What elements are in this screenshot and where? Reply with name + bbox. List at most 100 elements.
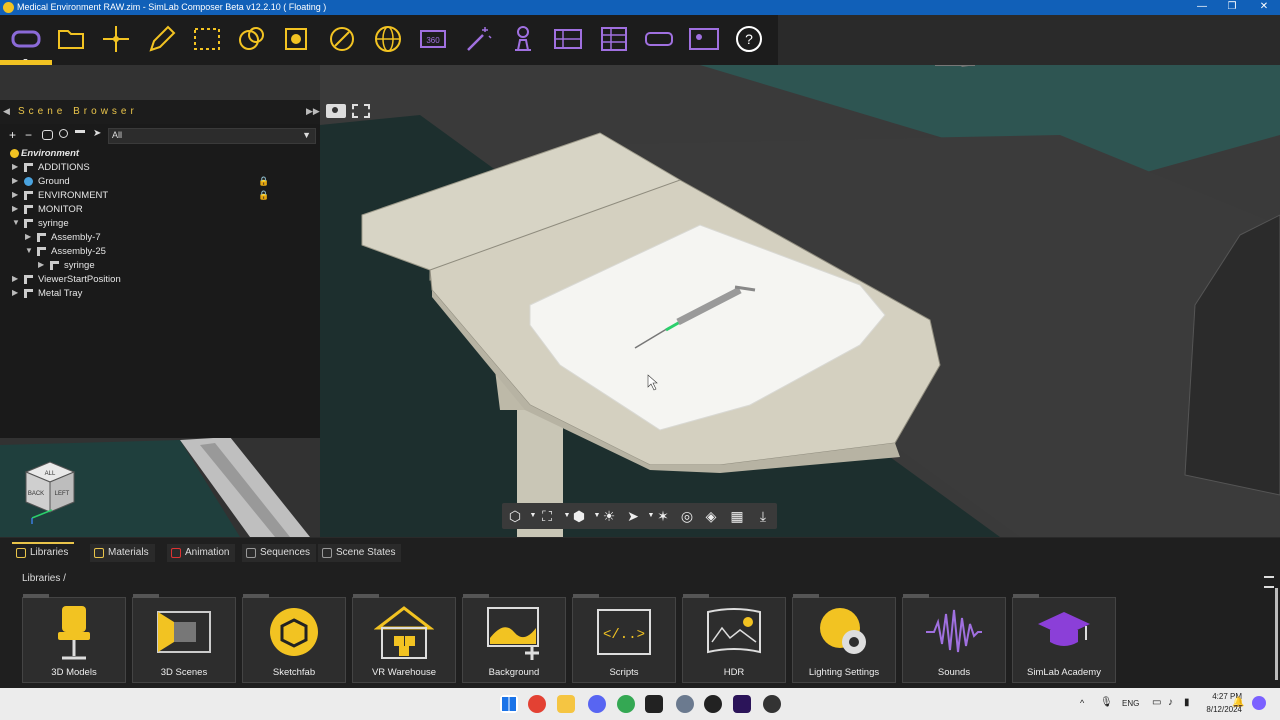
expand-arrow-icon[interactable]: ▶: [12, 204, 18, 213]
download-icon[interactable]: ⤓: [754, 507, 772, 525]
expand-arrow-icon[interactable]: ▶: [12, 176, 18, 185]
volume-icon[interactable]: ♪: [1168, 697, 1173, 708]
close-button[interactable]: ✕: [1254, 1, 1274, 14]
copilot-icon[interactable]: [1252, 696, 1266, 710]
minimize-button[interactable]: —: [1192, 1, 1212, 14]
tree-item[interactable]: ▶ ENVIRONMENT 🔒: [0, 189, 320, 203]
tree-item[interactable]: ▼ Assembly-25: [0, 245, 320, 259]
expand-arrow-icon[interactable]: ▶: [12, 274, 18, 283]
globe-icon[interactable]: [371, 22, 405, 56]
open-folder-icon[interactable]: [54, 22, 88, 56]
tree-item[interactable]: ▶ Ground 🔒: [0, 175, 320, 189]
tree-item[interactable]: ▶ MONITOR: [0, 203, 320, 217]
materials-icon[interactable]: [235, 22, 269, 56]
tree-item[interactable]: Environment: [0, 147, 320, 161]
start-icon[interactable]: [500, 695, 518, 713]
file-explorer-icon[interactable]: [557, 695, 575, 713]
view-cube-icon[interactable]: ⬡: [506, 507, 524, 525]
tree-item[interactable]: ▶ ADDITIONS: [0, 161, 320, 175]
tree-item[interactable]: ▶ Assembly-7: [0, 231, 320, 245]
maximize-button[interactable]: ❐: [1222, 1, 1242, 14]
notification-icon[interactable]: 🔔: [1232, 697, 1244, 708]
language-indicator[interactable]: ENG: [1122, 699, 1139, 708]
camera-icon[interactable]: [326, 104, 346, 118]
walk-icon[interactable]: ✶: [654, 507, 672, 525]
frame-icon[interactable]: ⛶: [538, 507, 556, 525]
microphone-icon[interactable]: 🎙: [1100, 697, 1113, 708]
fit-view-icon[interactable]: [352, 104, 370, 118]
library-label: VR Warehouse: [371, 667, 437, 678]
library-tile-scripts[interactable]: </..> Scripts: [572, 594, 676, 683]
scrollbar[interactable]: [1275, 588, 1278, 680]
view-list-icon[interactable]: [1264, 576, 1274, 588]
expand-arrow-icon[interactable]: ▶: [12, 288, 18, 297]
tag-icon[interactable]: [42, 130, 53, 140]
library-tile-sketchfab[interactable]: Sketchfab: [242, 594, 346, 683]
light-icon[interactable]: ☀: [600, 507, 618, 525]
library-tile-background[interactable]: Background: [462, 594, 566, 683]
library-tile-sounds[interactable]: Sounds: [902, 594, 1006, 683]
obs-icon[interactable]: [763, 695, 781, 713]
remove-icon[interactable]: −: [25, 128, 32, 142]
assembly-icon: [24, 163, 33, 172]
select-pointer-icon[interactable]: ➤: [624, 507, 642, 525]
filter-select[interactable]: All ▼: [108, 128, 316, 144]
hierarchy-icon[interactable]: [75, 130, 85, 141]
library-tile-3d-scenes[interactable]: 3D Scenes: [132, 594, 236, 683]
vr-goggles-icon[interactable]: [642, 22, 676, 56]
collapse-left-icon[interactable]: ◀: [3, 106, 10, 117]
render-icon[interactable]: [280, 22, 314, 56]
expand-arrow-icon[interactable]: ▶: [38, 260, 44, 269]
search-icon[interactable]: [59, 129, 68, 138]
library-tile-hdr[interactable]: HDR: [682, 594, 786, 683]
expand-right-icon[interactable]: ▶▶: [306, 106, 320, 117]
select-box-icon[interactable]: [190, 22, 224, 56]
network-icon[interactable]: ▭: [1152, 697, 1161, 708]
magic-wand-icon[interactable]: [461, 22, 495, 56]
library-tile-3d-models[interactable]: 3D Models: [22, 594, 126, 683]
viewcube[interactable]: ALL BACK LEFT: [22, 460, 76, 524]
presenter-icon[interactable]: [506, 22, 540, 56]
edit-icon[interactable]: [145, 22, 179, 56]
vr-headset-icon[interactable]: [9, 22, 43, 56]
tree-item[interactable]: ▼ syringe: [0, 217, 320, 231]
tree-item[interactable]: ▶ ViewerStartPosition: [0, 273, 320, 287]
layers-icon[interactable]: ◈: [702, 507, 720, 525]
library-tile-simlab-academy[interactable]: SimLab Academy: [1012, 594, 1116, 683]
chrome-profile-icon[interactable]: [617, 695, 635, 713]
expand-arrow-icon[interactable]: ▶: [12, 162, 18, 171]
lock-icon[interactable]: 🔒: [258, 190, 269, 201]
chevron-up-icon[interactable]: ^: [1080, 698, 1084, 708]
media-player-icon[interactable]: [704, 695, 722, 713]
layout-icon[interactable]: [597, 22, 631, 56]
simlab-icon[interactable]: [645, 695, 663, 713]
premiere-icon[interactable]: [733, 695, 751, 713]
tree-item[interactable]: ▶ Metal Tray: [0, 287, 320, 301]
svg-text:?: ?: [745, 31, 753, 47]
library-tile-vr-warehouse[interactable]: VR Warehouse: [352, 594, 456, 683]
orbit-icon[interactable]: ◎: [678, 507, 696, 525]
chrome-icon[interactable]: [528, 695, 546, 713]
move-icon[interactable]: [99, 22, 133, 56]
help-icon[interactable]: ?: [732, 22, 766, 56]
add-icon[interactable]: +: [9, 128, 16, 142]
library-tile-lighting-settings[interactable]: Lighting Settings: [792, 594, 896, 683]
sequence-icon[interactable]: [551, 22, 585, 56]
settings-icon[interactable]: [676, 695, 694, 713]
expand-arrow-icon[interactable]: ▶: [25, 232, 31, 241]
360-icon[interactable]: 360: [416, 22, 450, 56]
expand-arrow-icon[interactable]: ▶: [12, 190, 18, 199]
discord-icon[interactable]: [588, 695, 606, 713]
collapse-arrow-icon[interactable]: ▼: [12, 218, 20, 227]
tile-tab: [1013, 594, 1039, 598]
no-entry-icon[interactable]: [325, 22, 359, 56]
grid-icon[interactable]: ▦: [728, 507, 746, 525]
lock-icon[interactable]: 🔒: [258, 176, 269, 187]
pointer-icon[interactable]: ➤: [93, 128, 101, 139]
user-screen-icon[interactable]: [687, 22, 721, 56]
battery-icon[interactable]: ▮: [1184, 697, 1190, 708]
tree-item-label: ViewerStartPosition: [38, 274, 121, 285]
tree-item[interactable]: ▶ syringe: [0, 259, 320, 273]
shading-icon[interactable]: ⬢: [570, 507, 588, 525]
collapse-arrow-icon[interactable]: ▼: [25, 246, 33, 255]
